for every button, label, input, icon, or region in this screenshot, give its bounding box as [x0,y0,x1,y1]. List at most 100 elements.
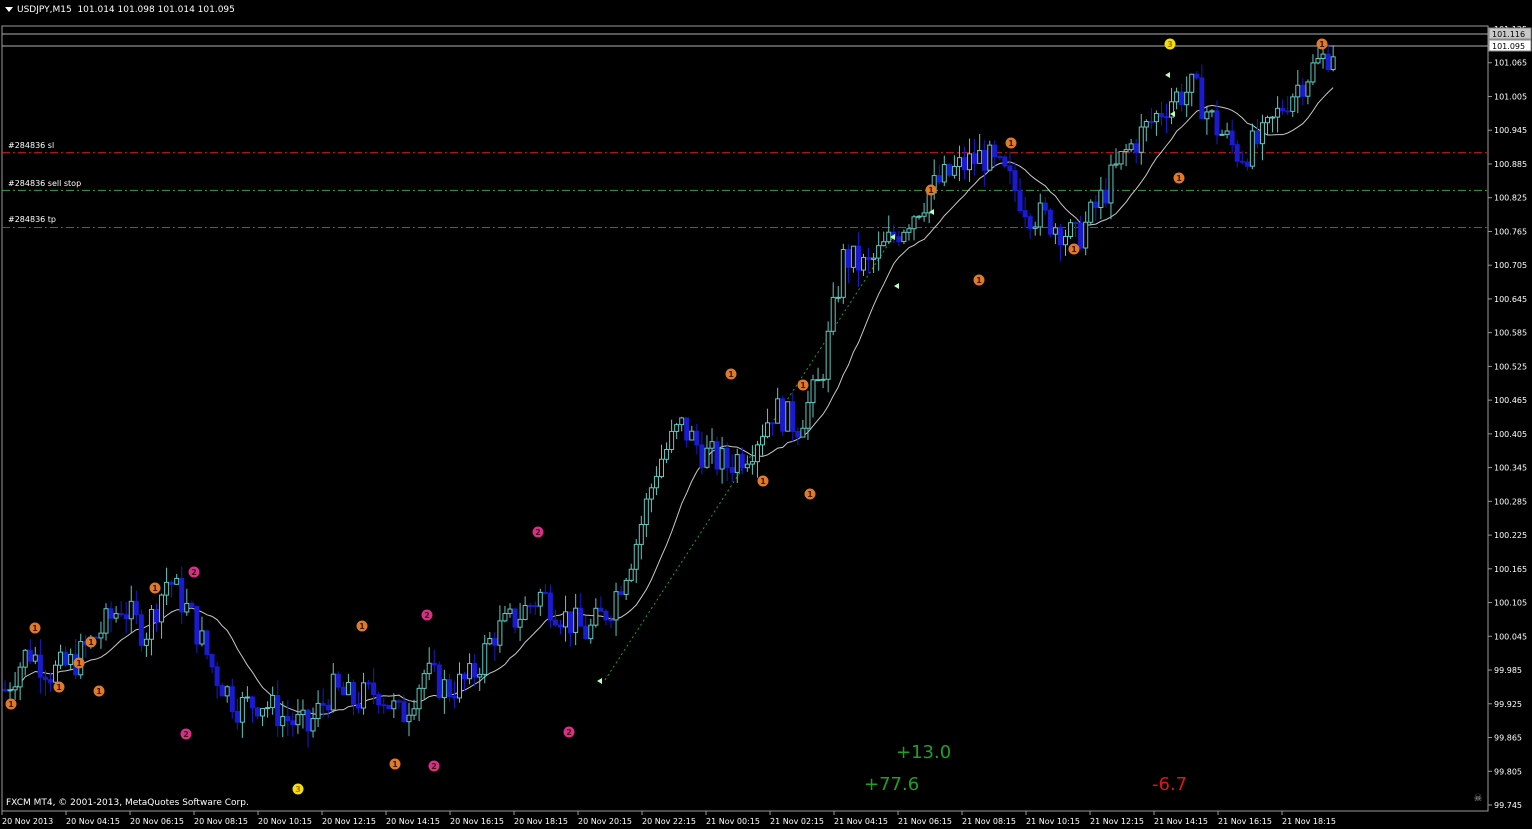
candle-body [982,150,988,171]
candle-body [1032,226,1038,229]
price-tick-label: 100.825 [1494,194,1527,203]
signal-marker-label: 1 [152,584,158,593]
candle-body [1265,116,1270,124]
chart-menu-triangle-icon[interactable] [5,7,13,12]
candle-body [123,614,129,620]
candle-body [664,449,670,460]
signal-marker-label: 1 [976,276,982,285]
signal-marker-label: 1 [728,370,734,379]
signal-marker-label: 2 [566,728,572,737]
time-tick-label: 20 Nov 04:15 [66,817,120,826]
time-tick-label: 20 Nov 12:15 [322,817,376,826]
candle-body [1275,107,1281,118]
signal-marker-label: 1 [800,381,806,390]
candle-body [628,568,634,581]
signal-marker-label: 1 [359,622,365,631]
signal-marker-label: 1 [76,659,82,668]
candle-body [305,709,311,732]
candle-body [1088,201,1094,223]
candle-body [108,608,114,619]
candle-body [497,620,503,646]
signal-marker-label: 2 [183,730,189,739]
signal-marker-label: 1 [56,683,62,692]
candle-body [1093,201,1099,209]
candle-body [143,638,149,646]
price-tick-label: 100.585 [1494,329,1527,338]
candle-body [356,703,361,709]
candle-body [1164,116,1169,119]
candle-body [1229,130,1235,146]
candle-body [659,458,664,478]
candle-body [1249,130,1255,167]
candle-body [810,379,816,404]
candle-body [1143,120,1149,128]
candle-body [290,720,296,726]
candle-body [47,679,53,683]
candle-body [542,591,548,594]
candle-body [1068,222,1074,237]
price-chart[interactable]: 111111122311222211111111311 101.125101.0… [0,0,1532,829]
candle-body [431,662,437,666]
candle-body [926,192,932,214]
candle-body [1042,202,1048,211]
candle-body [967,153,973,171]
candle-body [58,651,64,666]
candle-body [896,236,902,243]
order-label-sl[interactable]: #284836 sl [8,141,54,150]
candle-body [204,630,210,655]
candle-body [633,543,639,570]
candle-body [1007,165,1013,172]
candle-body [194,606,200,645]
signal-marker-label: 1 [928,186,934,195]
candle-body [118,613,124,616]
signal-marker-label: 1 [1008,139,1014,148]
candle-body [1219,133,1225,136]
candle-body [1073,222,1079,225]
candle-body [815,379,821,382]
candle-body [785,401,791,432]
candle-body [770,422,776,425]
signal-marker-label: 1 [760,477,766,486]
candle-body [845,249,851,268]
candle-body [906,228,912,233]
candle-body [820,378,826,381]
candle-body [446,679,452,697]
candle-body [997,156,1003,159]
candle-body [522,604,528,620]
candle-body [436,664,442,699]
candle-body [1204,111,1210,120]
order-label-tp[interactable]: #284836 tp [8,215,56,224]
price-tick-label: 100.405 [1494,430,1527,439]
candle-body [98,632,104,639]
candle-body [421,673,427,689]
candle-body [32,654,38,662]
candle-body [224,686,230,697]
candle-body [623,579,629,595]
candle-body [1295,84,1301,98]
signal-marker-label: 1 [1071,245,1077,254]
time-tick-label: 20 Nov 14:15 [386,817,440,826]
candle-body [512,608,518,628]
time-tick-label: 21 Nov 06:15 [898,817,952,826]
time-tick-label: 21 Nov 18:15 [1282,817,1336,826]
candle-body [1270,116,1276,119]
time-tick-label: 20 Nov 06:15 [130,817,184,826]
profit-label: +77.6 [864,774,920,795]
candle-body [825,330,831,380]
price-tick-label: 100.105 [1494,599,1527,608]
order-label-sell-stop[interactable]: #284836 sell stop [8,179,81,188]
signal-marker-label: 2 [431,762,437,771]
candle-body [1113,163,1119,166]
price-tick-label: 100.525 [1494,362,1527,371]
price-tick-label: 101.065 [1494,59,1527,68]
candle-body [1300,84,1306,97]
signal-marker-label: 2 [535,528,541,537]
candle-body [552,619,558,626]
candle-body [1052,227,1058,235]
candle-body [1057,227,1063,246]
candle-body [558,624,563,628]
bid-price-label: 101.095 [1492,42,1525,51]
signal-marker-label: 2 [191,568,197,577]
candle-body [956,157,962,167]
candle-body [1194,73,1200,79]
